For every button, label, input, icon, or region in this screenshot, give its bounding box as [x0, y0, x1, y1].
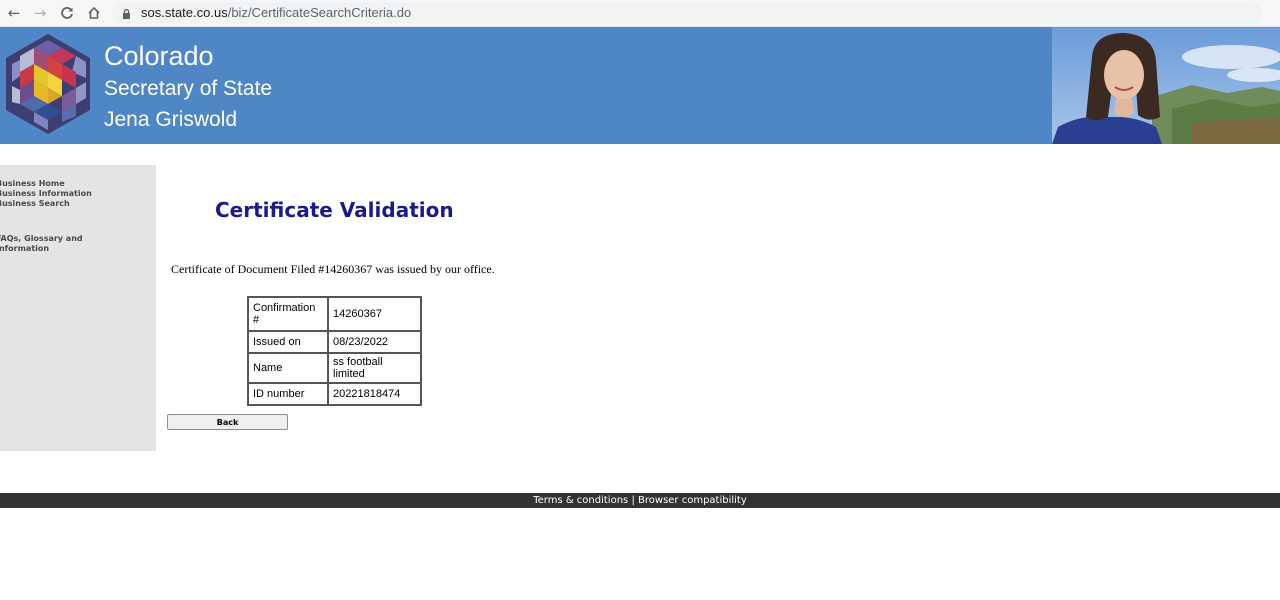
- browser-compatibility-link[interactable]: Browser compatibility: [638, 495, 747, 506]
- sidebar-item-business-information[interactable]: Business Information: [0, 189, 92, 198]
- table-row: Issued on 08/23/2022: [247, 330, 422, 354]
- state-name: Colorado: [104, 41, 214, 71]
- id-number-value: 20221818474: [327, 382, 422, 406]
- id-number-label: ID number: [247, 382, 329, 406]
- table-row: Confirmation # 14260367: [247, 296, 422, 332]
- page-title: Certificate Validation: [215, 198, 454, 222]
- certificate-details-table: Confirmation # 14260367 Issued on 08/23/…: [247, 296, 422, 406]
- browser-toolbar: ← → sos.state.co.us/biz/CertificateSearc…: [0, 0, 1280, 27]
- sidebar: Business Home Business Information Busin…: [0, 165, 156, 451]
- sidebar-item-faqs[interactable]: FAQs, Glossary and: [0, 234, 83, 243]
- issued-on-label: Issued on: [247, 330, 329, 354]
- sidebar-item-business-search[interactable]: Business Search: [0, 199, 70, 208]
- name-value: ss football limited: [327, 352, 422, 384]
- back-arrow-icon[interactable]: ←: [4, 3, 24, 23]
- sidebar-item-business-home[interactable]: Business Home: [0, 179, 65, 188]
- footer-separator: |: [631, 495, 635, 506]
- lock-icon: [122, 7, 131, 25]
- colorado-sos-logo[interactable]: [2, 32, 94, 136]
- home-icon[interactable]: [84, 3, 104, 23]
- confirmation-label: Confirmation #: [247, 296, 329, 332]
- official-name: Jena Griswold: [104, 108, 238, 131]
- forward-arrow-icon[interactable]: →: [30, 3, 50, 23]
- site-footer: Terms & conditions | Browser compatibili…: [0, 493, 1280, 508]
- banner-photo: [1052, 27, 1280, 144]
- site-header: Colorado Secretary of State Jena Griswol…: [0, 27, 1280, 144]
- office-name: Secretary of State: [104, 77, 273, 100]
- table-row: Name ss football limited: [247, 352, 422, 384]
- table-row: ID number 20221818474: [247, 382, 422, 406]
- certificate-message: Certificate of Document Filed #14260367 …: [171, 262, 495, 276]
- url-text: sos.state.co.us/biz/CertificateSearchCri…: [141, 5, 411, 20]
- reload-icon[interactable]: [57, 3, 77, 23]
- back-button[interactable]: Back: [167, 414, 288, 430]
- url-path: /biz/CertificateSearchCriteria.do: [227, 5, 412, 20]
- issued-on-value: 08/23/2022: [327, 330, 422, 354]
- url-domain: sos.state.co.us: [141, 5, 228, 20]
- confirmation-value: 14260367: [327, 296, 422, 332]
- terms-link[interactable]: Terms & conditions: [533, 495, 628, 506]
- name-label: Name: [247, 352, 329, 384]
- address-bar[interactable]: sos.state.co.us/biz/CertificateSearchCri…: [112, 2, 1262, 24]
- sidebar-item-faqs-information[interactable]: Information: [0, 244, 49, 253]
